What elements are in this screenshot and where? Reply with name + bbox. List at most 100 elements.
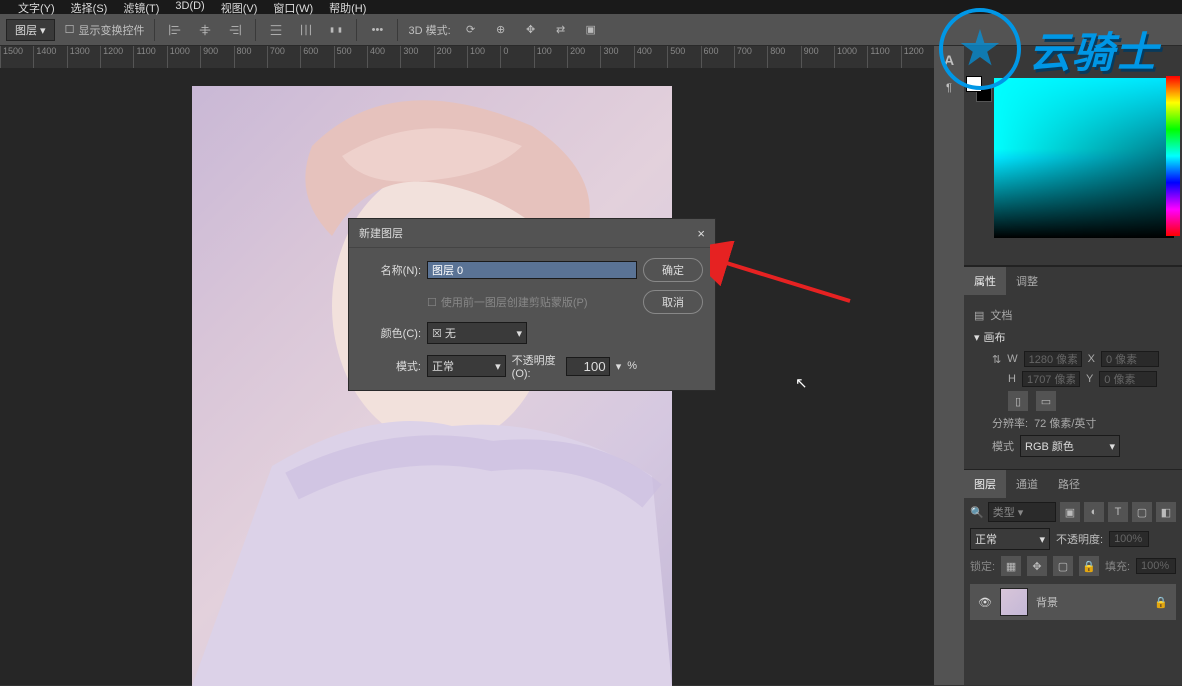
layer-name-label: 背景 xyxy=(1036,594,1058,610)
filter-type-icon[interactable]: T xyxy=(1108,502,1128,522)
horizontal-ruler: 1500140013001200110010009008007006005004… xyxy=(0,46,934,68)
filter-adjust-icon[interactable]: ◐ xyxy=(1084,502,1104,522)
slide-icon[interactable]: ⇄ xyxy=(551,20,571,40)
chevron-down-icon: ▾ xyxy=(974,331,980,344)
lock-artboard-icon[interactable]: ▢ xyxy=(1053,556,1073,576)
show-transform-checkbox[interactable]: ☐ 显示变换控件 xyxy=(65,22,145,38)
x-label: X xyxy=(1088,353,1095,365)
foreground-background-swatch[interactable] xyxy=(966,76,992,102)
color-label: 颜色(C): xyxy=(361,325,421,341)
menu-item[interactable]: 窗口(W) xyxy=(273,0,313,16)
visibility-icon[interactable]: 👁 xyxy=(978,596,992,609)
color-picker-field[interactable] xyxy=(994,78,1174,238)
document-icon: ▤ xyxy=(974,309,984,322)
camera-icon[interactable]: ▣ xyxy=(581,20,601,40)
tab-adjustments[interactable]: 调整 xyxy=(1006,267,1048,295)
layer-opacity-value[interactable]: 100% xyxy=(1109,531,1149,547)
filter-shape-icon[interactable]: ▢ xyxy=(1132,502,1152,522)
menu-item[interactable]: 3D(D) xyxy=(175,0,204,12)
y-label: Y xyxy=(1086,373,1093,385)
align-left-icon[interactable] xyxy=(165,20,185,40)
search-icon[interactable]: 🔍 xyxy=(970,506,984,519)
arrow-annotation xyxy=(710,241,860,311)
mouse-cursor-icon: ↖ xyxy=(795,374,808,392)
menu-item[interactable]: 视图(V) xyxy=(221,0,258,16)
tab-layers[interactable]: 图层 xyxy=(964,470,1006,498)
new-layer-dialog: 新建图层 × 名称(N): 确定 ☐ 使用前一图层创建剪贴蒙版(P) 取消 颜色… xyxy=(348,218,716,391)
menu-bar: 文字(Y) 选择(S) 滤镜(T) 3D(D) 视图(V) 窗口(W) 帮助(H… xyxy=(0,0,1182,14)
link-icon[interactable]: ⇅ xyxy=(992,353,1001,366)
divider xyxy=(397,19,398,41)
color-dropdown[interactable]: ☒ 无▾ xyxy=(427,322,527,344)
text-tool-icon[interactable]: A xyxy=(939,50,959,70)
menu-item[interactable]: 滤镜(T) xyxy=(123,0,159,16)
distribute-v-icon[interactable] xyxy=(296,20,316,40)
chevron-down-icon[interactable]: ▾ xyxy=(616,360,622,373)
align-right-icon[interactable] xyxy=(225,20,245,40)
align-center-icon[interactable] xyxy=(195,20,215,40)
x-input[interactable] xyxy=(1101,351,1159,367)
layer-name-input[interactable] xyxy=(427,261,637,279)
distribute-spacing-icon[interactable] xyxy=(326,20,346,40)
layer-filter-dropdown[interactable]: 类型 ▾ xyxy=(988,502,1056,522)
more-icon[interactable]: ••• xyxy=(367,20,387,40)
right-panels: 属性 调整 ▤文档 ▾画布 ⇅ W X H Y xyxy=(964,46,1182,685)
menu-item[interactable]: 帮助(H) xyxy=(329,0,366,16)
resolution-label: 分辨率: xyxy=(992,415,1028,431)
show-transform-label: 显示变换控件 xyxy=(78,22,144,38)
width-input[interactable] xyxy=(1024,351,1082,367)
opacity-input[interactable] xyxy=(566,357,610,376)
color-panel xyxy=(964,46,1182,266)
color-mode-label: 模式 xyxy=(992,438,1014,454)
paragraph-icon[interactable]: ¶ xyxy=(939,78,959,98)
cancel-button[interactable]: 取消 xyxy=(643,290,703,314)
divider xyxy=(255,19,256,41)
ok-button[interactable]: 确定 xyxy=(643,258,703,282)
filter-image-icon[interactable]: ▣ xyxy=(1060,502,1080,522)
height-input[interactable] xyxy=(1022,371,1080,387)
mode-3d-label: 3D 模式: xyxy=(408,22,450,38)
filter-smart-icon[interactable]: ◧ xyxy=(1156,502,1176,522)
orientation-landscape-icon[interactable]: ▭ xyxy=(1036,391,1056,411)
tab-channels[interactable]: 通道 xyxy=(1006,470,1048,498)
mini-tool-column: A ¶ xyxy=(934,46,964,685)
properties-panel: 属性 调整 ▤文档 ▾画布 ⇅ W X H Y xyxy=(964,266,1182,469)
close-icon[interactable]: × xyxy=(697,226,705,241)
layer-list: 👁 背景 🔒 xyxy=(964,580,1182,624)
checkbox-icon: ☐ xyxy=(65,23,75,36)
orbit-icon[interactable]: ⟳ xyxy=(461,20,481,40)
name-label: 名称(N): xyxy=(361,262,421,278)
option-bar: 图层 ▾ ☐ 显示变换控件 ••• 3D 模式: ⟳ ⊕ ✥ ⇄ ▣ xyxy=(0,14,1182,46)
layer-select[interactable]: 图层 ▾ xyxy=(6,19,55,41)
canvas-section-header[interactable]: ▾画布 xyxy=(974,329,1172,345)
rotate-icon[interactable]: ⊕ xyxy=(491,20,511,40)
distribute-h-icon[interactable] xyxy=(266,20,286,40)
lock-pixels-icon[interactable]: ▦ xyxy=(1001,556,1021,576)
layer-fill-value[interactable]: 100% xyxy=(1136,558,1176,574)
layer-blend-dropdown[interactable]: 正常▾ xyxy=(970,528,1050,550)
color-mode-dropdown[interactable]: RGB 颜色▾ xyxy=(1020,435,1120,457)
fill-label: 填充: xyxy=(1105,558,1130,574)
menu-item[interactable]: 选择(S) xyxy=(71,0,108,16)
layer-opacity-label: 不透明度: xyxy=(1056,531,1103,547)
hue-slider[interactable] xyxy=(1166,76,1180,236)
orientation-portrait-icon[interactable]: ▯ xyxy=(1008,391,1028,411)
layers-panel: 图层 通道 路径 🔍 类型 ▾ ▣ ◐ T ▢ ◧ 正常▾ 不透明度: 100%… xyxy=(964,469,1182,685)
mode-label: 模式: xyxy=(361,358,421,374)
blend-mode-dropdown[interactable]: 正常▾ xyxy=(427,355,506,377)
checkbox-icon: ☐ xyxy=(427,296,437,309)
layer-thumbnail xyxy=(1000,588,1028,616)
menu-item[interactable]: 文字(Y) xyxy=(18,0,55,16)
lock-all-icon[interactable]: 🔒 xyxy=(1079,556,1099,576)
lock-label: 锁定: xyxy=(970,558,995,574)
tab-paths[interactable]: 路径 xyxy=(1048,470,1090,498)
lock-position-icon[interactable]: ✥ xyxy=(1027,556,1047,576)
pan-icon[interactable]: ✥ xyxy=(521,20,541,40)
tab-properties[interactable]: 属性 xyxy=(964,267,1006,295)
y-input[interactable] xyxy=(1099,371,1157,387)
clip-mask-label: 使用前一图层创建剪贴蒙版(P) xyxy=(441,294,588,310)
canvas-area[interactable]: 1500140013001200110010009008007006005004… xyxy=(0,46,934,685)
percent-label: % xyxy=(627,360,637,372)
divider xyxy=(356,19,357,41)
layer-row[interactable]: 👁 背景 🔒 xyxy=(970,584,1176,620)
